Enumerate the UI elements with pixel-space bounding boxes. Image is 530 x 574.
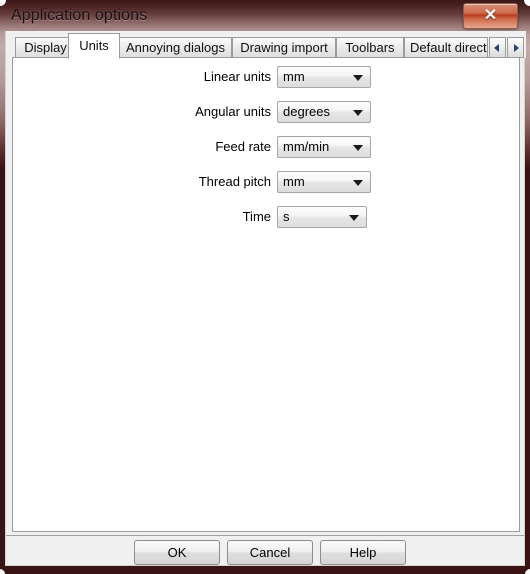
close-icon: ✕ [483, 7, 498, 24]
window-title: Application options [11, 7, 148, 24]
angular-units-value: degrees [283, 104, 330, 119]
thread-pitch-label: Thread pitch [198, 174, 271, 189]
chevron-down-icon [353, 110, 363, 116]
tab-drawing-import-label: Drawing import [240, 40, 328, 55]
chevron-right-icon [513, 43, 519, 52]
angular-units-label: Angular units [195, 104, 271, 119]
thread-pitch-dropdown[interactable]: mm [277, 171, 371, 193]
feed-rate-label: Feed rate [215, 139, 271, 154]
chevron-down-icon [353, 75, 363, 81]
tab-annoying-dialogs-label: Annoying dialogs [125, 40, 226, 55]
units-tab-panel: Linear units mm Angular units degrees Fe… [12, 57, 520, 532]
linear-units-dropdown[interactable]: mm [277, 66, 371, 88]
chevron-down-icon [353, 145, 363, 151]
frame-corner-bottom-right [525, 569, 530, 574]
linear-units-label: Linear units [203, 69, 271, 84]
tab-scroll-right-button[interactable] [507, 37, 524, 58]
row-linear-units: Linear units mm [13, 66, 521, 88]
tab-display[interactable]: Display [15, 37, 76, 58]
tab-units-label: Units [79, 38, 109, 53]
time-dropdown[interactable]: s [277, 206, 367, 228]
tab-default-directories-label: Default directories [410, 40, 487, 55]
tab-annoying-dialogs[interactable]: Annoying dialogs [119, 37, 232, 58]
chevron-down-icon [349, 215, 359, 221]
thread-pitch-value: mm [283, 174, 305, 189]
tab-drawing-import[interactable]: Drawing import [232, 37, 336, 58]
row-angular-units: Angular units degrees [13, 101, 521, 123]
tab-display-label: Display [24, 40, 67, 55]
time-value: s [283, 209, 290, 224]
application-options-window: Application options ✕ Display Units Anno… [0, 0, 530, 574]
dialog-client-area: Display Units Annoying dialogs Drawing i… [5, 31, 526, 566]
chevron-left-icon [493, 43, 499, 52]
chevron-down-icon [353, 180, 363, 186]
row-time: Time s [13, 206, 521, 228]
row-feed-rate: Feed rate mm/min [13, 136, 521, 158]
feed-rate-value: mm/min [283, 139, 330, 154]
ok-button[interactable]: OK [134, 540, 220, 565]
time-label: Time [242, 209, 271, 224]
tab-strip: Display Units Annoying dialogs Drawing i… [6, 31, 526, 59]
close-button[interactable]: ✕ [463, 3, 518, 29]
tab-units[interactable]: Units [68, 33, 120, 59]
dialog-button-bar: OK Cancel Help [6, 535, 524, 565]
linear-units-value: mm [283, 69, 305, 84]
tab-default-directories[interactable]: Default directories [404, 37, 488, 58]
tab-scroll-left-button[interactable] [489, 37, 506, 58]
tab-toolbars[interactable]: Toolbars [336, 37, 404, 58]
tab-toolbars-label: Toolbars [345, 40, 395, 55]
angular-units-dropdown[interactable]: degrees [277, 101, 371, 123]
cancel-button[interactable]: Cancel [227, 540, 313, 565]
help-button[interactable]: Help [320, 540, 406, 565]
row-thread-pitch: Thread pitch mm [13, 171, 521, 193]
feed-rate-dropdown[interactable]: mm/min [277, 136, 371, 158]
